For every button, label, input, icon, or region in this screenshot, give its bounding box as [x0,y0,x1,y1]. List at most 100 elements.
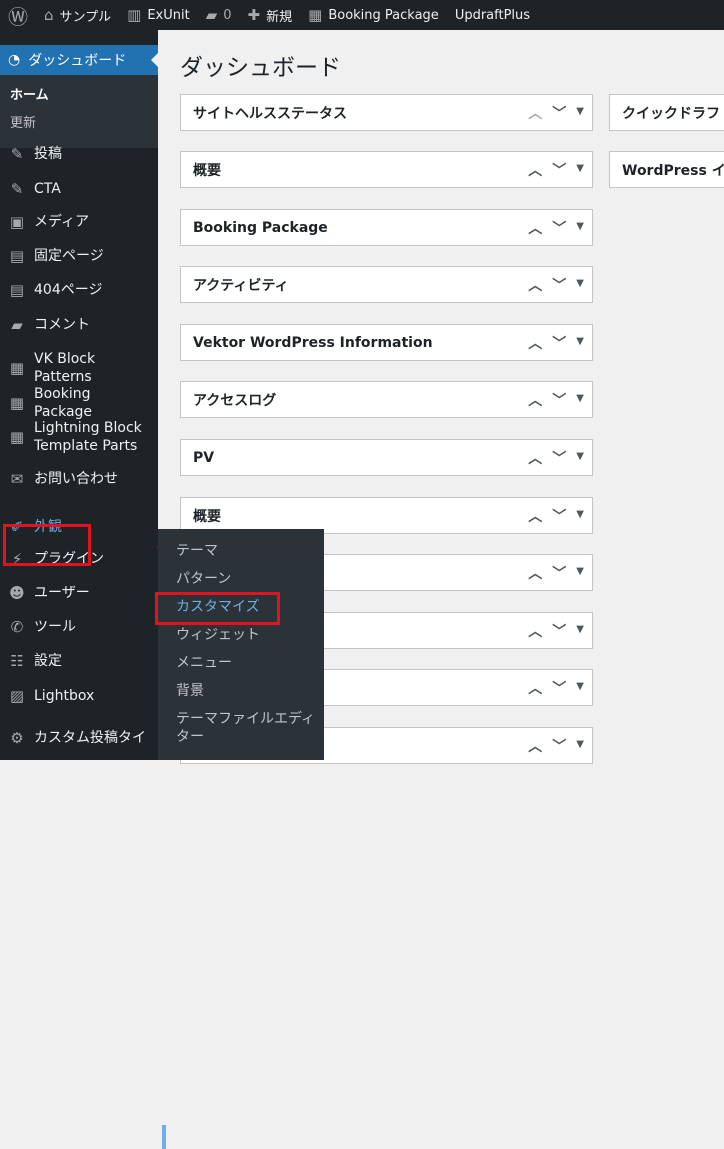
adminbar-label: サンプル [59,9,112,25]
move-down-icon[interactable]: ﹀ [552,218,566,238]
sidebar-item[interactable]: ✉ お問い合わせ [0,470,158,488]
sidebar-item[interactable]: ☷ 設定 [0,652,158,670]
page-icon: ▤ [9,281,25,299]
dashboard-widget: アクセスログ ︿ ﹀ ▼ [180,381,593,418]
grid-icon: ▦ [9,359,25,377]
move-up-icon[interactable]: ︿ [528,275,542,295]
sidebar-item[interactable]: ✎ CTA [0,180,158,198]
image-icon: ▨ [9,687,25,705]
sidebar-item[interactable]: ▣ メディア [0,213,158,231]
dashboard-widget: アクティビティ ︿ ﹀ ▼ [180,266,593,303]
adminbar-label: ExUnit [147,7,190,23]
comment-icon: ▰ [11,316,23,334]
move-down-icon[interactable]: ﹀ [552,275,566,295]
toggle-panel-icon[interactable]: ▼ [576,448,584,468]
widget-title: Vektor WordPress Information [193,334,433,351]
sidebar-item[interactable]: ▤ 404ページ [0,281,158,299]
toggle-panel-icon[interactable]: ▼ [576,736,584,756]
flyout-item[interactable]: 背景 [176,682,316,700]
move-up-icon[interactable]: ︿ [528,563,542,583]
admin-sidebar: ◔ ダッシュボード ホーム 更新 ✎ 投稿 ✎ CTA ▣ メディア ▤ 固定ページ ▤ 404ペー… [0,30,158,760]
move-up-icon[interactable]: ︿ [528,678,542,698]
toggle-panel-icon[interactable]: ▼ [576,160,584,180]
move-up-icon[interactable]: ︿ [528,160,542,180]
move-down-icon[interactable]: ﹀ [552,333,566,353]
sidebar-item[interactable]: ✎ 投稿 [0,145,158,163]
move-up-icon[interactable]: ︿ [528,390,542,410]
move-down-icon[interactable]: ﹀ [552,448,566,468]
adminbar-item[interactable]: ⌂ サンプル [36,0,119,30]
adminbar-item[interactable]: ▰ 0 [198,0,240,30]
sidebar-item-label: カスタム投稿タイ [34,730,146,746]
sidebar-item-label: Lightbox [34,688,95,704]
toggle-panel-icon[interactable]: ▼ [576,678,584,698]
dashboard-widget: Vektor WordPress Information ︿ ﹀ ▼ [180,324,593,361]
sidebar-item-label: 設定 [34,653,62,669]
adminbar-item[interactable]: Ⓦ [0,0,36,30]
sidebar-item-label: 固定ページ [34,248,104,264]
sidebar-item[interactable]: ▦ Booking Package [0,385,158,421]
move-down-icon[interactable]: ﹀ [552,103,566,123]
move-down-icon[interactable]: ﹀ [552,678,566,698]
widget-title: アクセスログ [193,392,277,409]
adminbar-item[interactable]: ✚ 新規 [240,0,301,30]
sidebar-item-dashboard[interactable]: ◔ ダッシュボード [0,45,158,75]
move-down-icon[interactable]: ﹀ [552,621,566,641]
submenu-home[interactable]: ホーム [0,82,158,110]
exunit-icon: ▥ [127,6,142,24]
move-down-icon[interactable]: ﹀ [552,390,566,410]
user-icon: ☻ [9,584,25,602]
toggle-panel-icon[interactable]: ▼ [576,333,584,353]
sidebar-item[interactable]: ▤ 固定ページ [0,247,158,265]
flyout-item[interactable]: メニュー [176,654,316,672]
move-down-icon[interactable]: ﹀ [552,160,566,180]
sidebar-item[interactable]: ✆ ツール [0,618,158,636]
move-up-icon[interactable]: ︿ [528,218,542,238]
sidebar-item[interactable]: ▨ Lightbox [0,687,158,705]
dashboard-widget: 概要 ︿ ﹀ ▼ [180,151,593,188]
widget-title: Booking Package [193,219,328,236]
submenu-updates[interactable]: 更新 [0,110,158,138]
sidebar-item-label: ユーザー [34,585,90,601]
grid-icon: ▦ [9,428,25,446]
flyout-item[interactable]: テーマファイルエディター [176,710,316,746]
adminbar-item[interactable]: ▥ ExUnit [119,0,198,30]
flyout-item[interactable]: テーマ [176,542,316,560]
adminbar-item[interactable]: ▦ Booking Package [300,0,447,30]
toggle-panel-icon[interactable]: ▼ [576,621,584,641]
move-down-icon[interactable]: ﹀ [552,563,566,583]
sidebar-item[interactable]: ▦ VK Block Patterns [0,350,158,386]
move-up-icon[interactable]: ︿ [528,333,542,353]
toggle-panel-icon[interactable]: ▼ [576,218,584,238]
highlight-appearance [3,524,91,566]
dashboard-widget: クイックドラフト [609,94,724,131]
move-down-icon[interactable]: ﹀ [552,736,566,756]
sidebar-item-label: お問い合わせ [34,471,118,487]
toggle-panel-icon[interactable]: ▼ [576,563,584,583]
adminbar-label: Booking Package [328,7,439,23]
sidebar-item-label: コメント [34,317,90,333]
move-up-icon[interactable]: ︿ [528,621,542,641]
toggle-panel-icon[interactable]: ▼ [576,275,584,295]
widget-title: アクティビティ [193,277,289,294]
move-up-icon[interactable]: ︿ [528,448,542,468]
sidebar-item[interactable]: ☻ ユーザー [0,584,158,602]
flyout-item[interactable]: パターン [176,570,316,588]
toggle-panel-icon[interactable]: ▼ [576,390,584,410]
adminbar-label: 新規 [266,9,293,25]
toggle-panel-icon[interactable]: ▼ [576,506,584,526]
toggle-panel-icon[interactable]: ▼ [576,103,584,123]
settings-icon: ☷ [10,652,24,670]
adminbar-item[interactable]: UpdraftPlus [447,0,538,30]
move-up-icon[interactable]: ︿ [528,506,542,526]
sidebar-item[interactable]: ▰ コメント [0,316,158,334]
widget-title: WordPress イベントとニュース [622,162,724,179]
move-down-icon[interactable]: ﹀ [552,506,566,526]
move-up-icon[interactable]: ︿ [528,736,542,756]
widget-title: PV [193,449,215,466]
flyout-item[interactable]: ウィジェット [176,626,316,644]
appearance-flyout-menu: テーマ パターン カスタマイズ ウィジェット メニュー 背景 テーマファイルエディター [156,529,324,1149]
sidebar-item[interactable]: ▦ Lightning Block Template Parts [0,419,158,455]
move-up-icon[interactable]: ︿ [528,103,542,123]
sidebar-item[interactable]: ⚙ カスタム投稿タイ [0,729,158,747]
